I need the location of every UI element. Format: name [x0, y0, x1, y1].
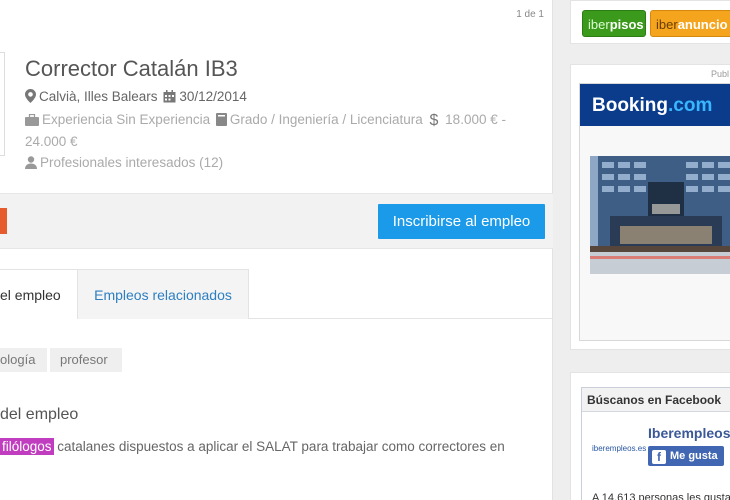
tag-profesor[interactable]: profesor: [50, 348, 122, 372]
dollar-icon: $: [429, 112, 439, 129]
result-counter: 1 de 1: [516, 9, 544, 20]
job-location-row: Calvià, Illes Balears 30/12/2014: [25, 87, 525, 109]
hotel-image: [590, 156, 730, 274]
job-detail-panel: 1 de 1 Corrector Catalán IB3 Calvià, Ill…: [0, 0, 553, 500]
page-logo[interactable]: iberempleos.es: [592, 444, 646, 453]
facebook-widget-box: Búscanos en Facebook iberempleos.es Iber…: [570, 372, 730, 500]
ad-box: Publ Booking.com: [570, 64, 730, 350]
job-title: Corrector Catalán IB3: [25, 56, 238, 81]
facebook-page-name[interactable]: Iberempleos: [648, 425, 730, 441]
tag-filologia[interactable]: ología: [0, 348, 47, 372]
job-requirements-row: Experiencia Sin Experiencia Grado / Inge…: [25, 110, 510, 152]
partner-logos: iberpisos iberanuncio: [570, 0, 730, 44]
job-experience: Experiencia Sin Experiencia: [42, 112, 211, 127]
interested-row: Profesionales interesados (12): [25, 153, 223, 175]
job-tabs: el empleo Empleos relacionados: [0, 269, 553, 319]
briefcase-icon: [25, 112, 39, 132]
ad-label: Publ: [710, 69, 729, 79]
job-education: Grado / Ingeniería / Licenciatura: [229, 112, 423, 127]
user-icon: [25, 155, 37, 175]
tab-job-details[interactable]: el empleo: [0, 269, 78, 319]
iberpisos-logo[interactable]: iberpisos: [582, 10, 646, 37]
action-bar: Inscribirse al empleo: [0, 193, 553, 249]
job-description: filólogos catalanes dispuestos a aplicar…: [0, 437, 553, 457]
description-heading: del empleo: [0, 406, 79, 423]
calendar-icon: [163, 89, 176, 109]
booking-header: Booking.com: [580, 84, 730, 126]
company-logo: [0, 52, 5, 156]
subscribe-button[interactable]: Inscribirse al empleo: [378, 204, 545, 239]
interested-count[interactable]: Profesionales interesados (12): [40, 155, 223, 170]
booking-ad[interactable]: Booking.com: [579, 83, 730, 341]
facebook-like-count: A 14.613 personas les gusta: [592, 492, 730, 500]
map-marker-icon: [25, 89, 36, 109]
highlighted-term: filólogos: [0, 438, 54, 455]
tab-related-jobs[interactable]: Empleos relacionados: [78, 269, 249, 319]
facebook-heading: Búscanos en Facebook: [582, 388, 730, 412]
book-icon: [215, 112, 227, 132]
description-text: catalanes dispuestos a aplicar el SALAT …: [53, 439, 505, 454]
facebook-like-button[interactable]: f Me gusta: [648, 446, 724, 466]
action-button-partial[interactable]: [0, 208, 7, 234]
job-location: Calvià, Illes Balears: [39, 89, 158, 104]
facebook-widget: Búscanos en Facebook iberempleos.es Iber…: [581, 387, 730, 500]
facebook-icon: f: [652, 450, 666, 464]
booking-logo: Booking.com: [592, 95, 713, 116]
iberanuncio-logo[interactable]: iberanuncio: [650, 10, 730, 37]
job-date: 30/12/2014: [179, 89, 247, 104]
